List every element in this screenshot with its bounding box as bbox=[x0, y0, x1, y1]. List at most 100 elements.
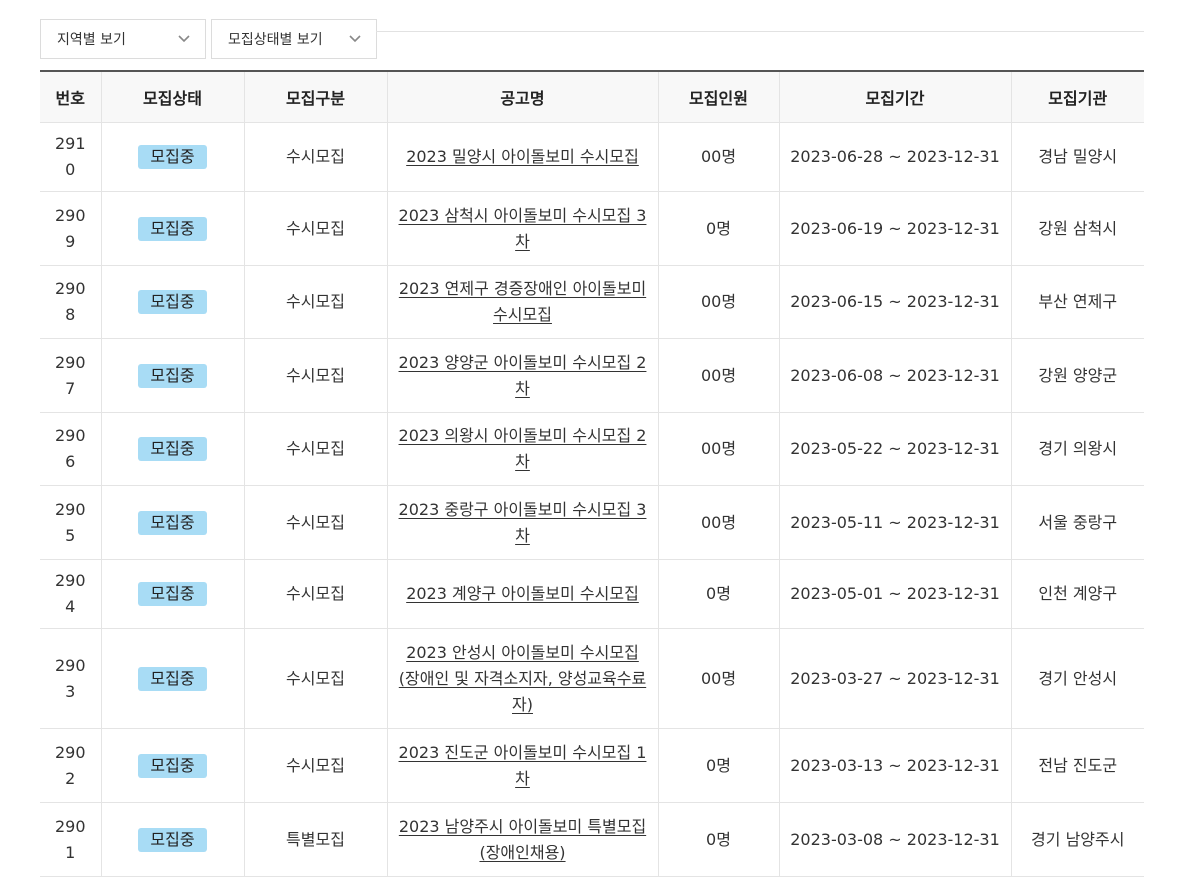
row-number: 2910 bbox=[54, 134, 86, 179]
row-type: 수시모집 bbox=[243, 559, 387, 629]
header-title: 공고명 bbox=[386, 71, 658, 123]
status-badge: 모집중 bbox=[138, 216, 207, 241]
row-type: 수시모집 bbox=[243, 265, 387, 339]
chevron-down-icon bbox=[348, 32, 362, 46]
status-badge: 모집중 bbox=[138, 290, 207, 314]
row-title-cell: 2023 삼척시 아이돌보미 수시모집 3차 bbox=[386, 191, 658, 266]
row-period: 2023-06-28 ~ 2023-12-31 bbox=[778, 122, 1011, 192]
row-period: 2023-03-13 ~ 2023-12-31 bbox=[778, 728, 1011, 803]
row-number: 2908 bbox=[54, 279, 86, 324]
row-count: 00명 bbox=[657, 412, 779, 486]
notice-title-link[interactable]: 2023 의왕시 아이돌보미 수시모집 2차 bbox=[399, 426, 647, 471]
table-row: 2910 모집중 수시모집 2023 밀양시 아이돌보미 수시모집 00명 2023-06… bbox=[40, 122, 1144, 192]
row-count: 00명 bbox=[657, 265, 779, 339]
row-period: 2023-06-19 ~ 2023-12-31 bbox=[778, 191, 1011, 266]
row-status-cell: 모집중 bbox=[100, 412, 244, 486]
status-filter-select[interactable]: 모집상태별 보기 bbox=[211, 19, 377, 59]
row-number-cell: 2910 bbox=[40, 122, 101, 192]
row-status-cell: 모집중 bbox=[100, 338, 244, 413]
row-period: 2023-05-22 ~ 2023-12-31 bbox=[778, 412, 1011, 486]
row-period: 2023-06-08 ~ 2023-12-31 bbox=[778, 338, 1011, 413]
row-period: 2023-05-01 ~ 2023-12-31 bbox=[778, 559, 1011, 629]
row-status-cell: 모집중 bbox=[100, 122, 244, 192]
row-status-cell: 모집중 bbox=[100, 802, 244, 877]
row-number: 2907 bbox=[54, 352, 86, 398]
row-count: 00명 bbox=[657, 122, 779, 192]
notice-title-link[interactable]: 2023 진도군 아이돌보미 수시모집 1차 bbox=[399, 743, 647, 788]
notice-title-link[interactable]: 2023 안성시 아이돌보미 수시모집 (장애인 및 자격소지자, 양성교육수료… bbox=[399, 643, 646, 714]
table-row: 2907 모집중 수시모집 2023 양양군 아이돌보미 수시모집 2차 00명 2023… bbox=[40, 338, 1144, 413]
row-agency: 경남 밀양시 bbox=[1010, 122, 1144, 192]
table-header-row: 번호 모집상태 모집구분 공고명 모집인원 모집기간 모집기관 bbox=[40, 71, 1144, 123]
divider bbox=[376, 31, 1144, 32]
table-row: 2906 모집중 수시모집 2023 의왕시 아이돌보미 수시모집 2차 00명 2023… bbox=[40, 412, 1144, 486]
header-agency: 모집기관 bbox=[1010, 71, 1144, 123]
table-row: 2903 모집중 수시모집 2023 안성시 아이돌보미 수시모집 (장애인 및 자격… bbox=[40, 628, 1144, 729]
row-status-cell: 모집중 bbox=[100, 559, 244, 629]
row-type: 수시모집 bbox=[243, 412, 387, 486]
row-status-cell: 모집중 bbox=[100, 265, 244, 339]
row-title-cell: 2023 계양구 아이돌보미 수시모집 bbox=[386, 559, 658, 629]
row-status-cell: 모집중 bbox=[100, 628, 244, 729]
row-count: 00명 bbox=[657, 485, 779, 560]
row-agency: 서울 중랑구 bbox=[1010, 485, 1144, 560]
table-row: 2902 모집중 수시모집 2023 진도군 아이돌보미 수시모집 1차 0명 2023-… bbox=[40, 728, 1144, 803]
row-type: 수시모집 bbox=[243, 338, 387, 413]
row-title-cell: 2023 연제구 경증장애인 아이돌보미 수시모집 bbox=[386, 265, 658, 339]
table-row: 2909 모집중 수시모집 2023 삼척시 아이돌보미 수시모집 3차 0명 2023-… bbox=[40, 191, 1144, 266]
status-badge: 모집중 bbox=[138, 510, 207, 535]
row-title-cell: 2023 중랑구 아이돌보미 수시모집 3차 bbox=[386, 485, 658, 560]
status-badge: 모집중 bbox=[138, 582, 207, 606]
row-period: 2023-06-15 ~ 2023-12-31 bbox=[778, 265, 1011, 339]
table-row: 2901 모집중 특별모집 2023 남양주시 아이돌보미 특별모집(장애인채용) 0명… bbox=[40, 802, 1144, 877]
notice-title-link[interactable]: 2023 양양군 아이돌보미 수시모집 2차 bbox=[399, 353, 647, 398]
row-number: 2909 bbox=[54, 205, 86, 251]
row-number-cell: 2904 bbox=[40, 559, 101, 629]
header-period: 모집기간 bbox=[778, 71, 1011, 123]
row-title-cell: 2023 의왕시 아이돌보미 수시모집 2차 bbox=[386, 412, 658, 486]
notice-title-link[interactable]: 2023 계양구 아이돌보미 수시모집 bbox=[406, 584, 639, 603]
row-period: 2023-03-08 ~ 2023-12-31 bbox=[778, 802, 1011, 877]
table-row: 2908 모집중 수시모집 2023 연제구 경증장애인 아이돌보미 수시모집 00명 2… bbox=[40, 265, 1144, 339]
notice-title-link[interactable]: 2023 연제구 경증장애인 아이돌보미 수시모집 bbox=[399, 279, 646, 324]
row-number-cell: 2909 bbox=[40, 191, 101, 266]
row-agency: 강원 양양군 bbox=[1010, 338, 1144, 413]
row-title-cell: 2023 양양군 아이돌보미 수시모집 2차 bbox=[386, 338, 658, 413]
notice-title-link[interactable]: 2023 중랑구 아이돌보미 수시모집 3차 bbox=[399, 500, 647, 545]
region-filter-select[interactable]: 지역별 보기 bbox=[40, 19, 206, 59]
row-title-cell: 2023 안성시 아이돌보미 수시모집 (장애인 및 자격소지자, 양성교육수료… bbox=[386, 628, 658, 729]
row-count: 0명 bbox=[657, 559, 779, 629]
row-number: 2902 bbox=[54, 742, 86, 788]
row-period: 2023-03-27 ~ 2023-12-31 bbox=[778, 628, 1011, 729]
row-title-cell: 2023 진도군 아이돌보미 수시모집 1차 bbox=[386, 728, 658, 803]
row-number-cell: 2908 bbox=[40, 265, 101, 339]
filter-bar: 지역별 보기 모집상태별 보기 bbox=[40, 19, 377, 59]
row-type: 특별모집 bbox=[243, 802, 387, 877]
row-agency: 경기 안성시 bbox=[1010, 628, 1144, 729]
notice-title-link[interactable]: 2023 남양주시 아이돌보미 특별모집(장애인채용) bbox=[399, 817, 646, 862]
row-agency: 인천 계양구 bbox=[1010, 559, 1144, 629]
row-status-cell: 모집중 bbox=[100, 485, 244, 560]
row-number-cell: 2903 bbox=[40, 628, 101, 729]
row-title-cell: 2023 남양주시 아이돌보미 특별모집(장애인채용) bbox=[386, 802, 658, 877]
row-number-cell: 2901 bbox=[40, 802, 101, 877]
chevron-down-icon bbox=[177, 32, 191, 46]
row-count: 0명 bbox=[657, 191, 779, 266]
row-count: 0명 bbox=[657, 728, 779, 803]
row-type: 수시모집 bbox=[243, 728, 387, 803]
notice-title-link[interactable]: 2023 삼척시 아이돌보미 수시모집 3차 bbox=[399, 206, 647, 251]
row-status-cell: 모집중 bbox=[100, 191, 244, 266]
status-badge: 모집중 bbox=[138, 753, 207, 778]
table-row: 2905 모집중 수시모집 2023 중랑구 아이돌보미 수시모집 3차 00명 2023… bbox=[40, 485, 1144, 560]
row-number: 2905 bbox=[54, 499, 86, 545]
row-number-cell: 2902 bbox=[40, 728, 101, 803]
row-status-cell: 모집중 bbox=[100, 728, 244, 803]
status-badge: 모집중 bbox=[138, 666, 207, 691]
status-badge: 모집중 bbox=[138, 437, 207, 461]
row-agency: 경기 남양주시 bbox=[1010, 802, 1144, 877]
notice-title-link[interactable]: 2023 밀양시 아이돌보미 수시모집 bbox=[406, 147, 639, 166]
row-number: 2904 bbox=[54, 571, 86, 616]
row-number: 2901 bbox=[54, 816, 86, 862]
row-agency: 강원 삼척시 bbox=[1010, 191, 1144, 266]
row-number-cell: 2907 bbox=[40, 338, 101, 413]
